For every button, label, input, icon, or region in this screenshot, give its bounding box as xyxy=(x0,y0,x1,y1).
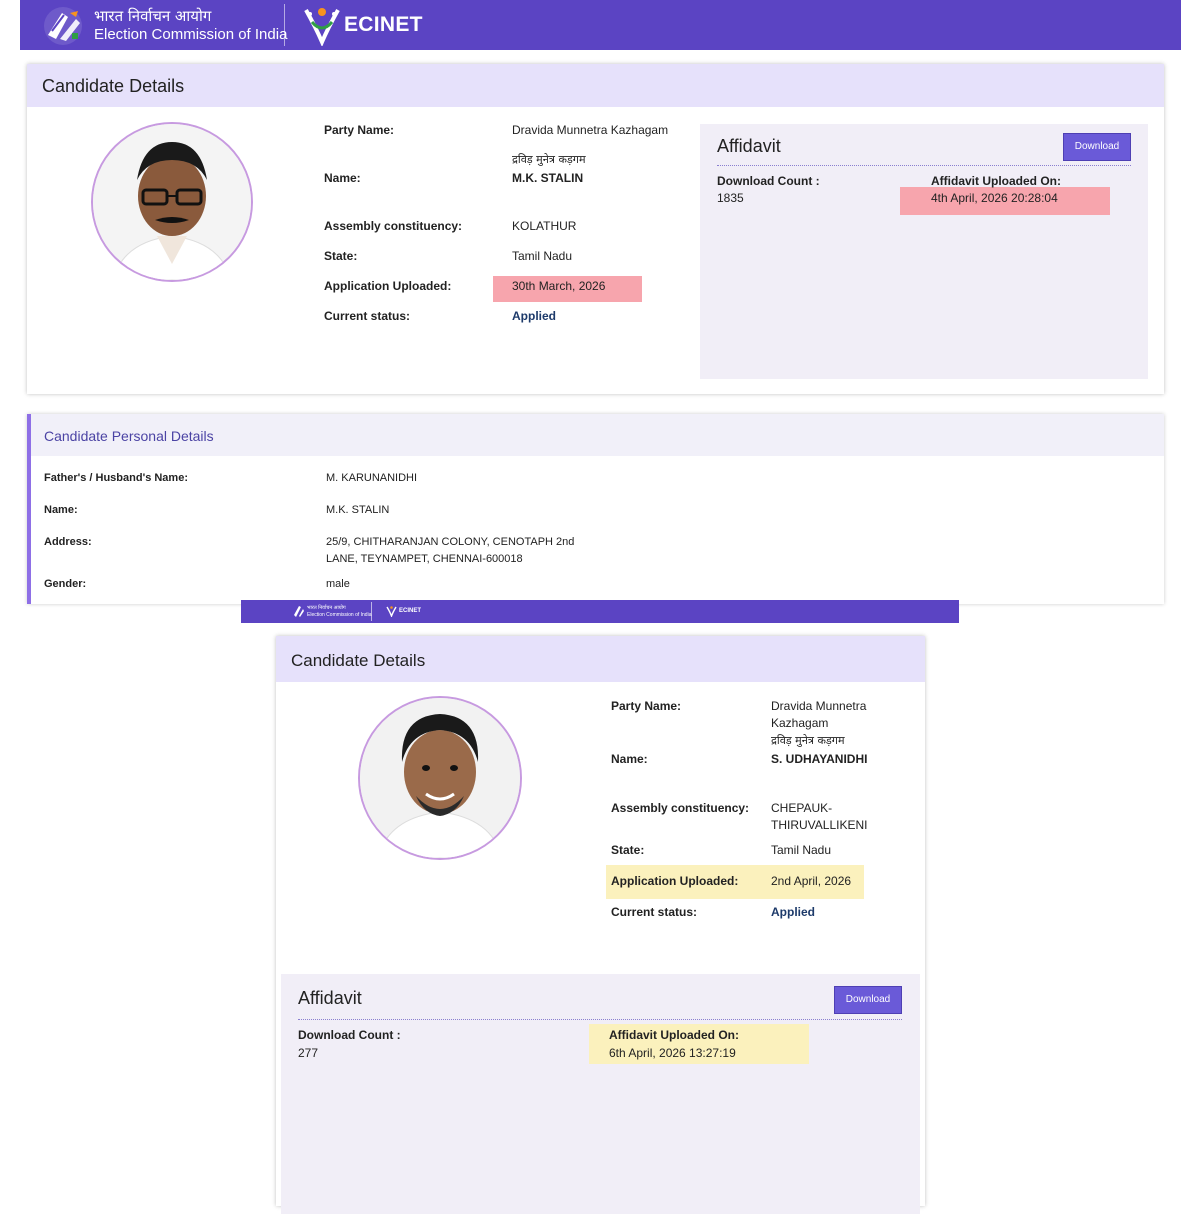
candidate-photo-avatar xyxy=(91,122,253,282)
name-value: S. UDHAYANIDHI xyxy=(771,752,868,766)
header-hindi-title: भारत निर्वाचन आयोग xyxy=(94,7,212,25)
party-name-label: Party Name: xyxy=(611,699,682,713)
card-title: Candidate Personal Details xyxy=(44,428,214,444)
application-uploaded-value: 2nd April, 2026 xyxy=(771,874,852,888)
ecinet-logo-icon xyxy=(304,8,340,46)
name-label: Name: xyxy=(324,171,361,185)
personal-name-label: Name: xyxy=(44,504,78,516)
small-header-english-title: Election Commission of India xyxy=(307,612,372,618)
candidate-details-card-1: Candidate Details Party Name: Dravida Mu… xyxy=(27,64,1164,394)
application-uploaded-label: Application Uploaded: xyxy=(611,874,739,888)
affidavit-uploaded-value: 6th April, 2026 13:27:19 xyxy=(609,1046,736,1060)
card-title: Candidate Details xyxy=(42,76,185,96)
candidate-details-card-2: Candidate Details Party Name: Dravida Mu… xyxy=(276,636,925,1214)
affidavit-title: Affidavit xyxy=(717,136,781,156)
header-app-name: ECINET xyxy=(344,13,423,36)
card-title: Candidate Details xyxy=(291,651,426,670)
current-status-value: Applied xyxy=(771,905,815,919)
small-header: भारत निर्वाचन आयोग Election Commission o… xyxy=(241,600,959,623)
gender-label: Gender: xyxy=(44,578,87,590)
assembly-constituency-label: Assembly constituency: xyxy=(324,219,463,233)
affidavit-uploaded-value: 4th April, 2026 20:28:04 xyxy=(931,191,1058,205)
state-label: State: xyxy=(611,843,645,857)
affidavit-uploaded-label: Affidavit Uploaded On: xyxy=(931,174,1061,188)
name-label: Name: xyxy=(611,752,648,766)
address-line-2: LANE, TEYNAMPET, CHENNAI-600018 xyxy=(326,553,523,565)
affidavit-download-button[interactable]: Download xyxy=(834,986,902,1014)
party-name-value: Dravida Munnetra Kazhagam xyxy=(512,123,669,137)
party-name-hindi: द्रविड़ मुनेत्र कड़गम xyxy=(771,734,845,747)
person-photo-icon xyxy=(360,698,520,858)
eci-emblem-icon xyxy=(44,7,82,45)
top-header: भारत निर्वाचन आयोग Election Commission o… xyxy=(20,0,1181,50)
state-value: Tamil Nadu xyxy=(512,249,573,263)
party-name-value-line-1: Dravida Munnetra xyxy=(771,699,867,713)
party-name-value-line-2: Kazhagam xyxy=(771,716,829,730)
state-label: State: xyxy=(324,249,358,263)
affidavit-uploaded-label: Affidavit Uploaded On: xyxy=(609,1028,739,1042)
download-count-label: Download Count : xyxy=(717,174,820,188)
assembly-constituency-value-line-1: CHEPAUK- xyxy=(771,801,833,815)
download-count-value: 1835 xyxy=(717,191,744,205)
ecinet-logo-icon xyxy=(386,606,397,617)
party-name-label: Party Name: xyxy=(324,123,395,137)
application-uploaded-label: Application Uploaded: xyxy=(324,279,452,293)
small-header-hindi-title: भारत निर्वाचन आयोग xyxy=(307,605,346,611)
affidavit-panel: Affidavit Download Download Count : 277 … xyxy=(281,974,920,1214)
address-line-1: 25/9, CHITHARANJAN COLONY, CENOTAPH 2nd xyxy=(326,536,575,548)
small-header-app-name: ECINET xyxy=(399,608,422,614)
affidavit-panel: Affidavit Download Download Count : 1835… xyxy=(700,124,1148,379)
affidavit-divider xyxy=(717,165,1131,166)
download-count-value: 277 xyxy=(298,1046,319,1060)
affidavit-download-button[interactable]: Download xyxy=(1063,133,1131,161)
affidavit-title: Affidavit xyxy=(298,988,362,1008)
assembly-constituency-value: KOLATHUR xyxy=(512,219,577,233)
card-header: Candidate Details xyxy=(27,64,1164,107)
gender-value: male xyxy=(326,578,350,590)
download-count-label: Download Count : xyxy=(298,1028,401,1042)
current-status-label: Current status: xyxy=(324,309,411,323)
small-header-divider xyxy=(371,602,372,621)
party-name-hindi: द्रविड़ मुनेत्र कड़गम xyxy=(512,153,586,166)
state-value: Tamil Nadu xyxy=(771,843,832,857)
card-header: Candidate Personal Details xyxy=(31,414,1164,456)
current-status-value: Applied xyxy=(512,309,556,323)
affidavit-divider xyxy=(298,1019,902,1020)
current-status-label: Current status: xyxy=(611,905,698,919)
card-header: Candidate Details xyxy=(276,636,925,682)
personal-name-value: M.K. STALIN xyxy=(326,504,390,516)
eci-emblem-icon xyxy=(294,606,304,617)
father-name-label: Father's / Husband's Name: xyxy=(44,472,188,484)
header-english-title: Election Commission of India xyxy=(94,26,288,43)
name-value: M.K. STALIN xyxy=(512,171,584,185)
application-uploaded-value: 30th March, 2026 xyxy=(512,279,606,293)
candidate-photo-avatar xyxy=(358,696,522,860)
header-divider xyxy=(284,4,285,46)
assembly-constituency-label: Assembly constituency: xyxy=(611,801,750,815)
candidate-personal-details-card: Candidate Personal Details Father's / Hu… xyxy=(27,414,1164,604)
father-name-value: M. KARUNANIDHI xyxy=(326,472,418,484)
assembly-constituency-value-line-2: THIRUVALLIKENI xyxy=(771,818,868,832)
person-photo-icon xyxy=(93,124,251,280)
address-label: Address: xyxy=(44,536,92,548)
